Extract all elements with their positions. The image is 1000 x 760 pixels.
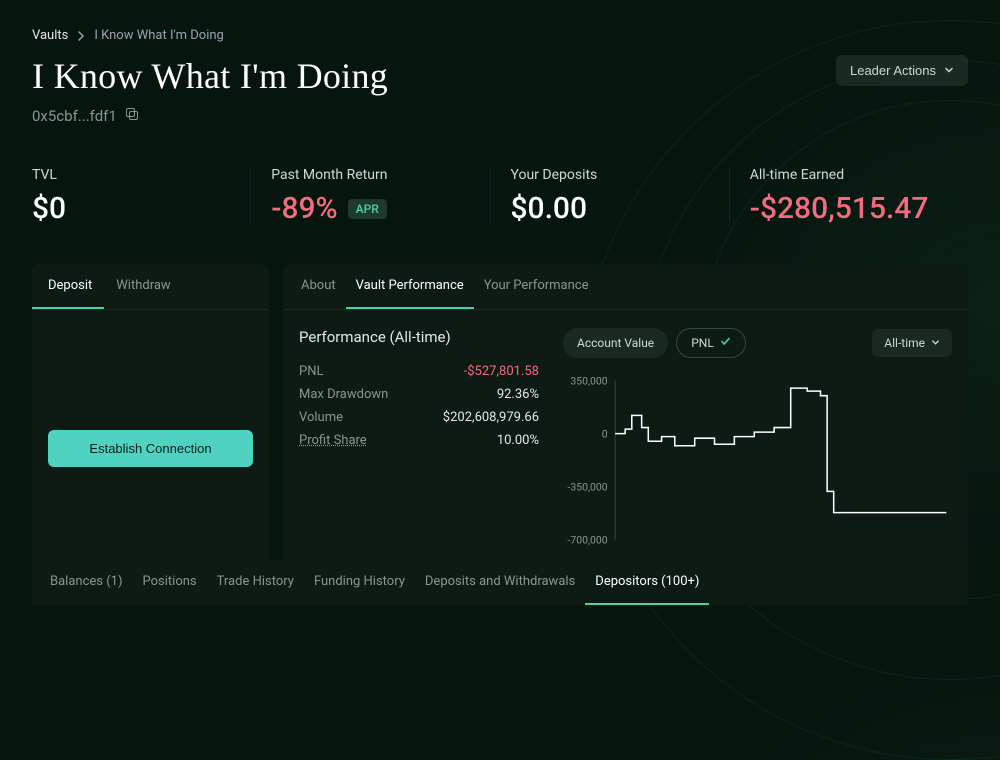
tab-balances[interactable]: Balances (1) <box>40 560 133 605</box>
chart-toggle-pnl[interactable]: PNL <box>676 328 746 358</box>
kv-value: $202,608,979.66 <box>443 410 539 425</box>
kv-label: Volume <box>299 410 343 425</box>
page-title: I Know What I'm Doing <box>32 55 388 97</box>
time-range-label: All-time <box>884 336 925 350</box>
chevron-down-icon <box>931 336 940 350</box>
svg-text:0: 0 <box>602 427 608 440</box>
breadcrumb: Vaults I Know What I'm Doing <box>32 28 968 43</box>
stat-tvl: TVL $0 <box>32 167 251 226</box>
bottom-tabs: Balances (1) Positions Trade History Fun… <box>32 560 968 605</box>
vault-address: 0x5cbf...fdf1 <box>32 107 117 125</box>
profit-share-link[interactable]: Profit Share <box>299 433 367 448</box>
kv-label: PNL <box>299 364 323 379</box>
kv-value: 10.00% <box>497 433 539 448</box>
performance-panel: About Vault Performance Your Performance… <box>283 264 968 570</box>
chart-toggle-account-value[interactable]: Account Value <box>563 328 668 358</box>
svg-text:350,000: 350,000 <box>570 374 607 387</box>
tab-positions[interactable]: Positions <box>133 560 207 605</box>
stat-label: TVL <box>32 167 230 183</box>
tab-your-performance[interactable]: Your Performance <box>474 264 599 309</box>
kv-label: Max Drawdown <box>299 387 388 402</box>
tab-about[interactable]: About <box>291 264 346 309</box>
breadcrumb-root[interactable]: Vaults <box>32 28 68 43</box>
stat-return: Past Month Return -89% APR <box>251 167 490 226</box>
svg-text:-700,000: -700,000 <box>568 534 608 547</box>
return-value: -89% <box>271 191 337 226</box>
stats-row: TVL $0 Past Month Return -89% APR Your D… <box>32 167 968 226</box>
check-icon <box>720 336 731 350</box>
kv-value: 92.36% <box>497 387 539 402</box>
stat-deposits: Your Deposits $0.00 <box>491 167 730 226</box>
kv-value: -$527,801.58 <box>464 364 539 379</box>
stat-value: -89% APR <box>271 191 469 226</box>
tab-funding-history[interactable]: Funding History <box>304 560 415 605</box>
time-range-select[interactable]: All-time <box>872 329 952 357</box>
copy-icon[interactable] <box>125 107 139 125</box>
tab-trade-history[interactable]: Trade History <box>207 560 304 605</box>
tab-withdraw[interactable]: Withdraw <box>104 264 182 309</box>
deposit-panel: Deposit Withdraw Establish Connection <box>32 264 269 570</box>
stat-value: $0 <box>32 191 230 226</box>
chevron-down-icon <box>944 63 954 78</box>
stat-label: Past Month Return <box>271 167 469 183</box>
apr-badge: APR <box>348 199 387 219</box>
svg-text:-350,000: -350,000 <box>568 481 608 494</box>
stat-value: $0.00 <box>511 191 709 226</box>
pill-label: PNL <box>691 336 714 350</box>
tab-depositors[interactable]: Depositors (100+) <box>585 560 709 605</box>
leader-actions-label: Leader Actions <box>850 63 936 78</box>
pnl-chart: -700,000 -350,000 0 350,000 <box>563 370 952 558</box>
chevron-right-icon <box>76 31 86 41</box>
establish-connection-button[interactable]: Establish Connection <box>48 430 253 467</box>
breadcrumb-current: I Know What I'm Doing <box>94 28 224 43</box>
tab-deposits-withdrawals[interactable]: Deposits and Withdrawals <box>415 560 585 605</box>
stat-label: All-time Earned <box>750 167 948 183</box>
stat-earned: All-time Earned -$280,515.47 <box>730 167 968 226</box>
tab-deposit[interactable]: Deposit <box>32 264 104 309</box>
leader-actions-button[interactable]: Leader Actions <box>836 55 968 86</box>
performance-title: Performance (All-time) <box>299 328 539 346</box>
tab-vault-performance[interactable]: Vault Performance <box>346 264 474 309</box>
stat-value: -$280,515.47 <box>750 191 948 226</box>
stat-label: Your Deposits <box>511 167 709 183</box>
